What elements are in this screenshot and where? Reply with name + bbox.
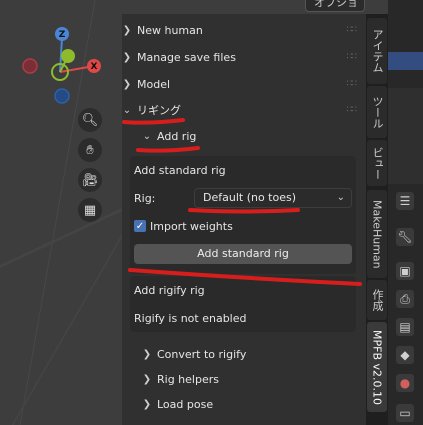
annotation-underline-add-button bbox=[128, 268, 362, 286]
annotation-underline-rig-value bbox=[188, 208, 300, 214]
annotation-underline-add-rig bbox=[136, 146, 200, 153]
annotation-marks bbox=[122, 118, 362, 286]
annotation-underline-rigging bbox=[122, 118, 185, 125]
